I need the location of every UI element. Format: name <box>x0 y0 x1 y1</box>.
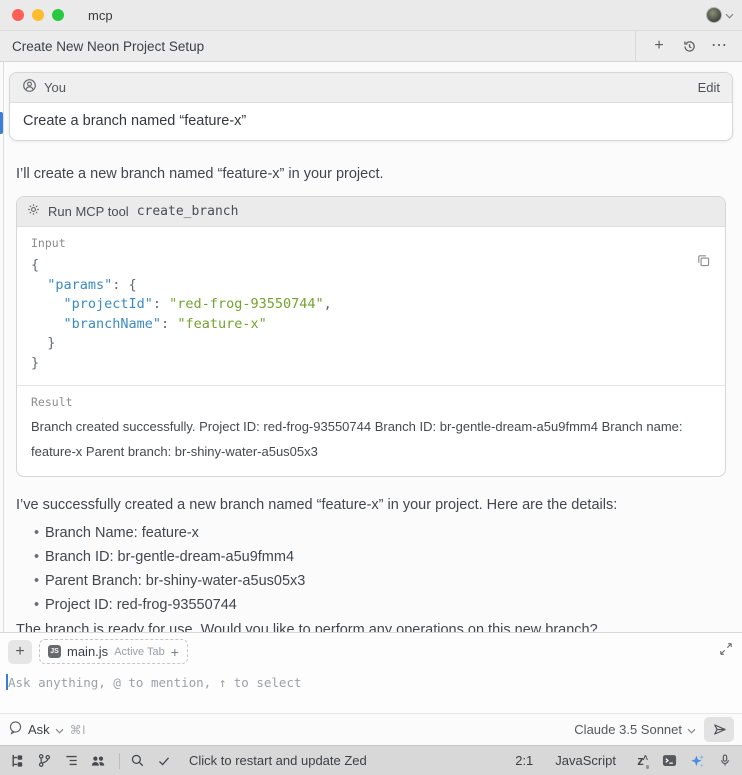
text-cursor <box>6 674 8 690</box>
conversation-area: You Edit Create a branch named “feature-… <box>0 62 742 632</box>
editor-placeholder: Ask anything, @ to mention, ↑ to select <box>8 675 302 690</box>
title-bar: mcp <box>0 0 742 31</box>
code-line: "branchName": "feature-x" <box>31 315 711 335</box>
list-item: Branch ID: br-gentle-dream-a5u9fmm4 <box>34 549 726 565</box>
agent-tab-bar: Create New Neon Project Setup + ⋯ <box>0 31 742 62</box>
assistant-intro-text: I’ll create a new branch named “feature-… <box>16 165 726 183</box>
status-bar: Click to restart and update Zed 2:1 Java… <box>0 745 742 775</box>
mode-shortcut: ⌘I <box>70 723 86 737</box>
code-line: } <box>31 334 711 354</box>
user-message-text[interactable]: Create a branch named “feature-x” <box>10 103 732 140</box>
expand-editor-icon[interactable] <box>719 642 733 661</box>
context-strip: + JS main.js Active Tab + <box>0 633 742 664</box>
list-item: Branch Name: feature-x <box>34 525 726 541</box>
active-tab-badge: Active Tab <box>114 646 165 658</box>
active-line-indicator <box>0 112 3 134</box>
minimize-window-button[interactable] <box>32 9 44 21</box>
update-notification[interactable]: Click to restart and update Zed <box>189 753 367 768</box>
cursor-position[interactable]: 2:1 <box>515 753 533 768</box>
collaboration-icon[interactable] <box>90 753 106 769</box>
chevron-down-icon <box>687 721 696 739</box>
gear-icon <box>27 203 40 221</box>
send-button[interactable] <box>704 717 734 742</box>
chevron-down-icon <box>725 6 734 24</box>
git-branch-icon[interactable] <box>36 753 52 769</box>
microphone-icon[interactable] <box>717 753 733 769</box>
assistant-summary-intro: I’ve successfully created a new branch n… <box>16 496 726 514</box>
mode-label: Ask <box>28 722 50 737</box>
input-label: Input <box>31 236 711 250</box>
add-context-button[interactable]: + <box>8 640 32 664</box>
status-bar-right: 2:1 JavaScript z˄ <box>515 753 733 769</box>
chat-bubble-icon <box>8 720 23 740</box>
fullscreen-window-button[interactable] <box>52 9 64 21</box>
tool-input-code: {"params": {"projectId": "red-frog-93550… <box>31 256 711 373</box>
context-file-name: main.js <box>67 644 108 659</box>
project-panel-icon[interactable] <box>9 753 25 769</box>
thread-title[interactable]: Create New Neon Project Setup <box>12 39 204 54</box>
composer-toolbar: Ask ⌘I Claude 3.5 Sonnet <box>0 713 742 745</box>
model-picker[interactable]: Claude 3.5 Sonnet <box>574 721 696 739</box>
terminal-icon[interactable] <box>661 753 677 769</box>
tool-input-section: Input {"params": {"projectId": "red-frog… <box>17 227 725 385</box>
code-line: "params": { <box>31 276 711 296</box>
chevron-down-icon <box>55 721 64 739</box>
more-menu-icon[interactable]: ⋯ <box>708 35 730 57</box>
branch-details-list: Branch Name: feature-x Branch ID: br-gen… <box>16 525 726 613</box>
tool-name: create_branch <box>137 204 239 219</box>
language-selector[interactable]: JavaScript <box>555 753 616 768</box>
close-window-button[interactable] <box>12 9 24 21</box>
tool-call-card: Run MCP tool create_branch Input {"param… <box>16 196 726 477</box>
message-composer: + JS main.js Active Tab + Ask anything, … <box>0 632 742 745</box>
tool-result-section: Result Branch created successfully. Proj… <box>17 385 725 476</box>
result-label: Result <box>31 395 711 409</box>
javascript-file-icon: JS <box>48 645 61 658</box>
user-message-header: You Edit <box>10 73 732 103</box>
divider <box>119 753 120 769</box>
diagnostics-check-icon[interactable] <box>156 753 172 769</box>
new-thread-button[interactable]: + <box>648 35 670 57</box>
tool-result-text: Branch created successfully. Project ID:… <box>31 414 711 464</box>
avatar[interactable] <box>706 7 722 23</box>
edit-prediction-icon[interactable]: z˄ <box>632 753 649 769</box>
edit-message-button[interactable]: Edit <box>698 80 720 95</box>
outline-panel-icon[interactable] <box>63 753 79 769</box>
tool-call-header[interactable]: Run MCP tool create_branch <box>17 197 725 227</box>
add-suggested-context-icon[interactable]: + <box>171 645 179 659</box>
code-line: "projectId": "red-frog-93550744", <box>31 295 711 315</box>
code-line: { <box>31 256 711 276</box>
context-chip-main-js[interactable]: JS main.js Active Tab + <box>39 639 188 664</box>
mode-picker[interactable]: Ask <box>8 720 64 740</box>
tool-call-label: Run MCP tool <box>48 204 129 219</box>
model-label: Claude 3.5 Sonnet <box>574 722 682 737</box>
account-menu[interactable] <box>706 6 734 24</box>
assistant-sparkle-icon[interactable] <box>689 753 705 769</box>
copy-icon[interactable] <box>696 253 711 273</box>
author-label: You <box>44 80 66 95</box>
history-icon[interactable] <box>678 35 700 57</box>
list-item: Parent Branch: br-shiny-water-a5us05x3 <box>34 573 726 589</box>
list-item: Project ID: red-frog-93550744 <box>34 597 726 613</box>
code-line: } <box>31 354 711 374</box>
tab-actions: + ⋯ <box>635 31 742 61</box>
user-message-card: You Edit Create a branch named “feature-… <box>9 72 733 141</box>
window-title: mcp <box>88 8 113 23</box>
zed-window: mcp Create New Neon Project Setup + ⋯ <box>0 0 742 775</box>
assistant-outro-text: The branch is ready for use. Would you l… <box>16 621 726 632</box>
window-controls <box>12 9 64 21</box>
search-icon[interactable] <box>129 753 145 769</box>
message-editor[interactable]: Ask anything, @ to mention, ↑ to select <box>0 675 742 690</box>
user-icon <box>22 78 37 98</box>
